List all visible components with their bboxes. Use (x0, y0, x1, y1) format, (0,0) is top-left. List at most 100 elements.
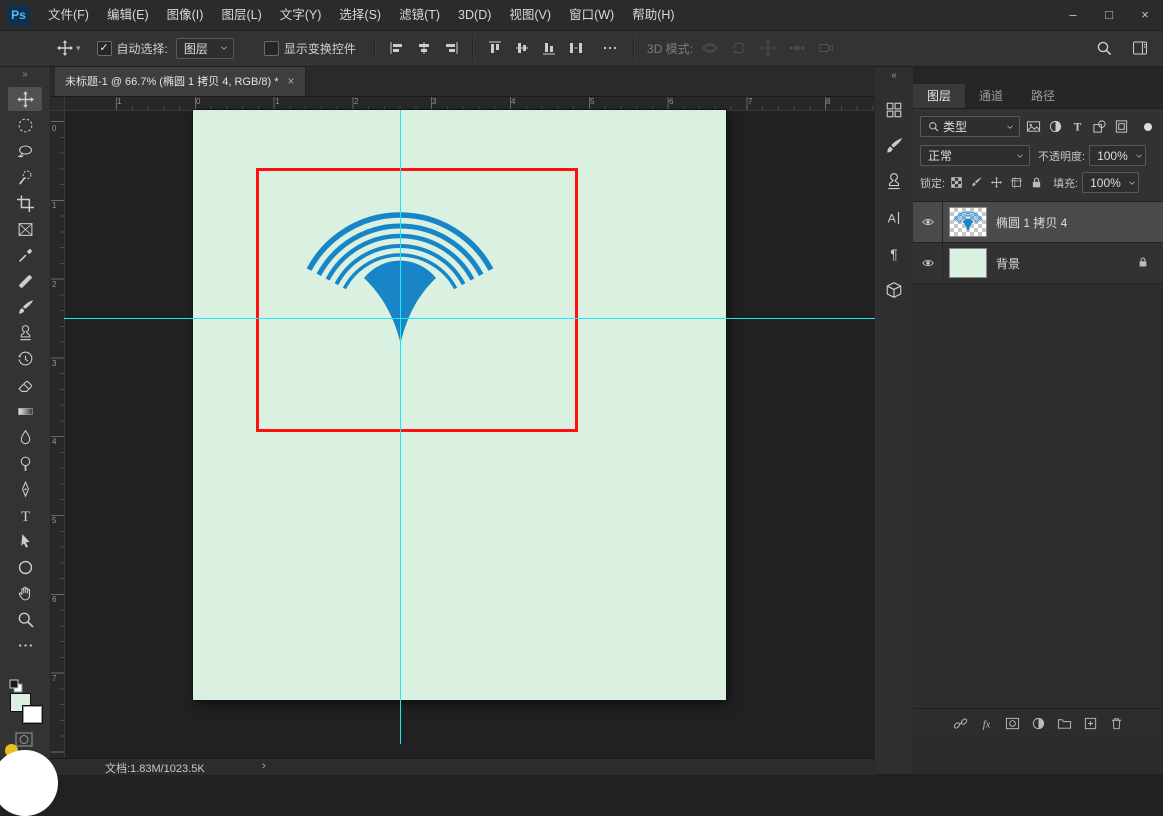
tool-blur[interactable] (8, 425, 42, 449)
align-middle-icon[interactable] (513, 39, 531, 57)
show-transform-checkbox[interactable] (263, 40, 279, 56)
menu-item-编辑(E)[interactable]: 编辑(E) (98, 0, 158, 30)
background-color-swatch[interactable] (23, 706, 42, 723)
filter-shape-icon[interactable] (1090, 118, 1108, 136)
tool-zoom[interactable] (8, 607, 42, 631)
mask-icon[interactable] (999, 713, 1025, 733)
lock-all-icon[interactable] (1028, 174, 1045, 191)
window-close-button[interactable]: × (1127, 0, 1163, 30)
layer-thumbnail[interactable] (949, 207, 987, 237)
folder-icon[interactable] (1051, 713, 1077, 733)
adjustment-icon[interactable] (1025, 713, 1051, 733)
tool-move[interactable] (8, 87, 42, 111)
menu-item-文字(Y)[interactable]: 文字(Y) (271, 0, 331, 30)
tool-crop[interactable] (8, 191, 42, 215)
tool-lasso[interactable] (8, 139, 42, 163)
ruler-top[interactable]: 1 0 1 2 3 4 5 6 7 8 (50, 96, 875, 111)
panel-tab-路径[interactable]: 路径 (1017, 84, 1069, 108)
window-maximize-button[interactable]: □ (1091, 0, 1127, 30)
filter-smart-icon[interactable] (1112, 118, 1130, 136)
workspace-switcher-icon[interactable] (1131, 39, 1149, 57)
tool-elliptical-marquee[interactable] (8, 113, 42, 137)
tool-hand[interactable] (8, 581, 42, 605)
auto-select-checkbox[interactable]: ✓ (96, 40, 112, 56)
fx-icon[interactable]: fx (973, 713, 999, 733)
align-right-icon[interactable] (442, 39, 460, 57)
tool-brush[interactable] (8, 295, 42, 319)
brush-panel-icon[interactable] (875, 128, 913, 164)
more-options-icon[interactable] (601, 39, 619, 57)
opacity-dropdown[interactable]: 100% (1089, 145, 1147, 166)
panel-tab-通道[interactable]: 通道 (965, 84, 1017, 108)
tool-preset-caret[interactable]: ▾ (76, 43, 81, 54)
layer-thumbnail[interactable] (949, 248, 987, 278)
filter-toggle[interactable] (1144, 122, 1152, 131)
orbit-3d-icon[interactable] (701, 39, 719, 57)
menu-item-3D(D)[interactable]: 3D(D) (449, 0, 500, 30)
tab-close-icon[interactable]: × (288, 74, 295, 88)
layer-visibility-toggle[interactable] (913, 243, 943, 283)
menu-item-图像(I)[interactable]: 图像(I) (158, 0, 213, 30)
status-chevron-icon[interactable]: › (262, 760, 266, 772)
menu-item-文件(F)[interactable]: 文件(F) (39, 0, 98, 30)
move-icon[interactable] (56, 39, 74, 57)
align-top-icon[interactable] (486, 39, 504, 57)
tool-ellipse-shape[interactable] (8, 555, 42, 579)
lock-position-icon[interactable] (988, 174, 1005, 191)
canvas-area[interactable]: 1 0 1 2 3 4 5 6 7 8 0 1 2 3 4 5 6 7 (50, 96, 875, 758)
tool-history-brush[interactable] (8, 347, 42, 371)
menu-item-视图(V)[interactable]: 视图(V) (500, 0, 560, 30)
lock-transparent-icon[interactable] (948, 174, 965, 191)
trash-icon[interactable] (1103, 713, 1129, 733)
vertical-guide[interactable] (400, 110, 401, 744)
filter-pixel-icon[interactable] (1024, 118, 1042, 136)
lock-artboard-icon[interactable] (1008, 174, 1025, 191)
red-rectangle[interactable] (256, 168, 578, 432)
roll-3d-icon[interactable] (730, 39, 748, 57)
menu-item-帮助(H)[interactable]: 帮助(H) (623, 0, 683, 30)
tool-dodge[interactable] (8, 451, 42, 475)
3d-panel-icon[interactable] (875, 272, 913, 308)
quick-mask-icon[interactable] (15, 732, 33, 747)
menu-item-选择(S)[interactable]: 选择(S) (330, 0, 390, 30)
layer-row-1[interactable]: 椭圆 1 拷贝 4 (913, 202, 1163, 243)
ruler-left[interactable]: 0 1 2 3 4 5 6 7 (50, 110, 65, 758)
clone-source-icon[interactable] (875, 164, 913, 200)
tool-more-tools[interactable] (8, 633, 42, 657)
filter-kind-dropdown[interactable]: 类型 (920, 116, 1020, 137)
blend-mode-dropdown[interactable]: 正常 (920, 145, 1030, 166)
align-center-h-icon[interactable] (415, 39, 433, 57)
character-panel-icon[interactable]: A (875, 200, 913, 236)
tool-quick-selection[interactable] (8, 165, 42, 189)
pan-3d-icon[interactable] (759, 39, 777, 57)
tool-eyedropper[interactable] (8, 243, 42, 267)
default-colors-icon[interactable] (8, 678, 24, 694)
filter-type-icon[interactable]: T (1068, 118, 1086, 136)
tool-path-selection[interactable] (8, 529, 42, 553)
tool-frame[interactable] (8, 217, 42, 241)
slide-3d-icon[interactable] (788, 39, 806, 57)
tool-type[interactable]: T (8, 503, 42, 527)
camera-3d-icon[interactable] (817, 39, 835, 57)
tool-healing[interactable] (8, 269, 42, 293)
panel-tab-图层[interactable]: 图层 (913, 84, 966, 108)
auto-select-target-dropdown[interactable]: 图层 (175, 37, 234, 59)
new-layer-icon[interactable] (1077, 713, 1103, 733)
tool-gradient[interactable] (8, 399, 42, 423)
layer-row-2[interactable]: 背景 (913, 243, 1163, 284)
layer-visibility-toggle[interactable] (913, 202, 943, 242)
dock-expand-chevrons[interactable]: « (875, 66, 913, 92)
link-icon[interactable] (947, 713, 973, 733)
align-bottom-icon[interactable] (540, 39, 558, 57)
panel-grid-icon[interactable] (875, 92, 913, 128)
horizontal-guide[interactable] (64, 318, 875, 319)
document-tab[interactable]: 未标题-1 @ 66.7% (椭圆 1 拷贝 4, RGB/8) * × (55, 66, 306, 96)
tool-eraser[interactable] (8, 373, 42, 397)
menu-item-滤镜(T)[interactable]: 滤镜(T) (390, 0, 449, 30)
search-icon[interactable] (1095, 39, 1113, 57)
paragraph-panel-icon[interactable]: ¶ (875, 236, 913, 272)
window-minimize-button[interactable]: – (1055, 0, 1091, 30)
lock-pixels-icon[interactable] (968, 174, 985, 191)
toolbox-collapse-chevrons[interactable]: » (0, 66, 50, 85)
tool-clone-stamp[interactable] (8, 321, 42, 345)
